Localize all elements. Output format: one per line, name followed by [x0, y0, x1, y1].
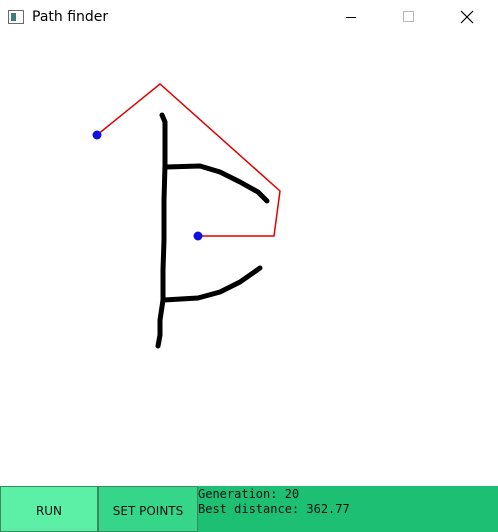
canvas-svg[interactable]: [0, 34, 498, 486]
drawing-canvas[interactable]: [0, 34, 498, 486]
set-points-button-label: SET POINTS: [112, 504, 184, 518]
bottom-toolbar: RUN SET POINTS Generation: 20 Best dista…: [0, 486, 498, 532]
obstacle-upper-curve: [163, 163, 270, 204]
obstacle-vertical-stroke: [155, 112, 168, 349]
app-window-icon: [8, 10, 24, 24]
close-button[interactable]: [444, 0, 490, 34]
best-path-line: [96, 83, 281, 237]
start-point[interactable]: [92, 130, 102, 140]
end-point[interactable]: [193, 231, 203, 241]
close-icon: [460, 10, 474, 24]
obstacle-drawing: [155, 112, 270, 349]
window-title: Path finder: [32, 9, 109, 25]
maximize-icon: [403, 11, 414, 22]
obstacle-lower-curve: [161, 265, 263, 303]
run-button[interactable]: RUN: [0, 486, 98, 532]
maximize-button[interactable]: [386, 0, 432, 34]
run-button-label: RUN: [35, 504, 63, 518]
generation-status: Generation: 20: [198, 487, 300, 501]
set-points-button[interactable]: SET POINTS: [98, 486, 198, 532]
minimize-icon: [346, 17, 356, 18]
title-bar[interactable]: Path finder: [0, 0, 498, 34]
minimize-button[interactable]: [328, 0, 374, 34]
best-distance-status: Best distance: 362.77: [198, 502, 350, 516]
status-panel: Generation: 20 Best distance: 362.77: [198, 487, 350, 517]
